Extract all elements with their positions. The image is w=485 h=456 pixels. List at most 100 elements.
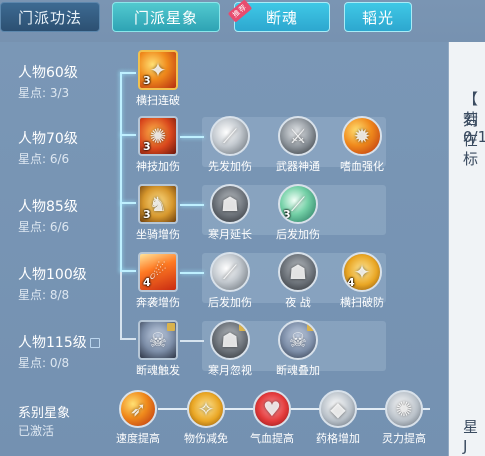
tab-label: 断魂 — [265, 8, 298, 27]
skill-level: 3 — [143, 208, 151, 221]
sweep-break-icon: ✦ 4 — [342, 252, 382, 292]
skill-node[interactable]: ☠ 断魂触发 — [136, 320, 180, 378]
skill-node[interactable]: ✦ 3 横扫连破 — [136, 50, 180, 108]
skill-name: 寒月忽视 — [208, 364, 252, 377]
skill-node[interactable]: ⚔ 武器神通 — [276, 116, 320, 174]
detail-text: 0/1 — [463, 128, 485, 146]
connector-line — [120, 72, 136, 74]
blade-icon: ⟋ — [210, 252, 250, 292]
star-count: 星点: 6/6 — [18, 220, 70, 234]
skill-name: 坐骑增伤 — [136, 228, 180, 241]
connector-line — [120, 202, 136, 204]
skill-name: 神技加伤 — [136, 160, 180, 173]
skill-node[interactable]: ⟋ 后发加伤 — [208, 252, 252, 310]
skill-name: 气血提高 — [250, 432, 294, 445]
mount-icon: ♞ 3 — [138, 184, 178, 224]
charge-icon: ☄ 4 — [138, 252, 178, 292]
level-text: 人物115级 — [18, 335, 87, 351]
skill-level: 3 — [143, 74, 151, 87]
skill-name: 夜 战 — [285, 296, 311, 309]
skill-node[interactable]: ⟋ 3 后发加伤 — [276, 184, 320, 242]
star-count: 星点: 0/8 — [18, 356, 70, 370]
soul-stack-icon: ☠ — [278, 320, 318, 360]
tab-sect-skills[interactable]: 门派功法 — [0, 2, 100, 32]
lock-icon — [167, 323, 175, 331]
detail-panel: 【 刻 若在 0/1 标 星 J — [449, 42, 485, 456]
heart-icon: ♥ — [253, 390, 291, 428]
skill-level: 3 — [283, 208, 291, 221]
skill-name: 后发加伤 — [276, 228, 320, 241]
skill-name: 后发加伤 — [208, 296, 252, 309]
recommend-badge: 推荐 — [227, 0, 253, 23]
skill-node[interactable]: ♞ 3 坐骑增伤 — [136, 184, 180, 242]
skill-level: 3 — [143, 140, 151, 153]
skill-node[interactable]: ⟋ 先发加伤 — [208, 116, 252, 174]
weapon-icon: ⚔ — [278, 116, 318, 156]
skill-node[interactable]: ☗ 夜 战 — [276, 252, 320, 310]
skill-name: 断魂叠加 — [276, 364, 320, 377]
level-label: 人物100级 — [18, 267, 87, 283]
system-status: 已激活 — [18, 424, 55, 438]
connector-line — [120, 338, 136, 340]
connector-line — [120, 272, 122, 338]
skill-node[interactable]: ☠ 断魂叠加 — [276, 320, 320, 378]
shield-icon: ✧ — [187, 390, 225, 428]
swirl-blade-icon: ⟋ 3 — [278, 184, 318, 224]
level-label: 人物85级 — [18, 199, 78, 215]
system-skill-node[interactable]: ✺ 灵力提高 — [382, 390, 426, 446]
skill-name: 横扫连破 — [136, 94, 180, 107]
lock-icon — [307, 323, 315, 331]
tab-label: 门派星象 — [133, 8, 198, 27]
tab-sect-stars[interactable]: 门派星象 — [112, 2, 220, 32]
connector-line — [180, 204, 204, 206]
skill-name: 嗜血强化 — [340, 160, 384, 173]
skill-name: 物伤减免 — [184, 432, 228, 445]
star-count: 星点: 8/8 — [18, 288, 70, 302]
skill-name: 横扫破防 — [340, 296, 384, 309]
detail-text: 星 J — [463, 418, 479, 455]
tab-bar: 门派功法 门派星象 断魂 推荐 韬光 — [0, 0, 485, 40]
bloodlust-icon: ✹ — [342, 116, 382, 156]
skill-name: 武器神通 — [276, 160, 320, 173]
gem-icon: ◆ — [319, 390, 357, 428]
skill-name: 灵力提高 — [382, 432, 426, 445]
lock-icon — [89, 338, 100, 348]
skill-name: 奔袭增伤 — [136, 296, 180, 309]
skill-level: 4 — [143, 276, 151, 289]
system-skill-node[interactable]: ➶ 速度提高 — [116, 390, 160, 446]
soul-trigger-icon: ☠ — [138, 320, 178, 360]
system-title: 系别星象 — [18, 406, 71, 421]
skill-node[interactable]: ✺ 3 神技加伤 — [136, 116, 180, 174]
level-label: 人物60级 — [18, 65, 78, 81]
star-count: 星点: 3/3 — [18, 86, 70, 100]
divine-skill-icon: ✺ 3 — [138, 116, 178, 156]
level-label: 人物70级 — [18, 131, 78, 147]
speed-icon: ➶ — [119, 390, 157, 428]
system-skill-node[interactable]: ♥ 气血提高 — [250, 390, 294, 446]
skill-node[interactable]: ☗ 寒月延长 — [208, 184, 252, 242]
connector-line — [120, 72, 122, 272]
connector-line — [120, 270, 136, 272]
skill-node[interactable]: ✦ 4 横扫破防 — [340, 252, 384, 310]
star-count: 星点: 6/6 — [18, 152, 70, 166]
skill-node[interactable]: ✹ 嗜血强化 — [340, 116, 384, 174]
skill-level: 4 — [347, 276, 355, 289]
level-label: 人物115级 — [18, 332, 100, 352]
blade-icon: ⟋ — [210, 116, 250, 156]
skill-node[interactable]: ☄ 4 奔袭增伤 — [136, 252, 180, 310]
shadow-figure-icon: ☗ — [210, 320, 250, 360]
tab-duanhun[interactable]: 断魂 推荐 — [227, 0, 330, 32]
connector-line — [180, 272, 204, 274]
system-skill-node[interactable]: ◆ 药格增加 — [316, 390, 360, 446]
skill-name: 断魂触发 — [136, 364, 180, 377]
connector-line — [120, 134, 136, 136]
skill-node[interactable]: ☗ 寒月忽视 — [208, 320, 252, 378]
connector-line — [180, 136, 204, 138]
connector-line — [180, 340, 204, 342]
skill-name: 药格增加 — [316, 432, 360, 445]
tab-taoguang[interactable]: 韬光 — [344, 2, 412, 32]
night-warrior-icon: ☗ — [278, 252, 318, 292]
skill-name: 先发加伤 — [208, 160, 252, 173]
system-skill-node[interactable]: ✧ 物伤减免 — [184, 390, 228, 446]
lock-icon — [239, 323, 247, 331]
